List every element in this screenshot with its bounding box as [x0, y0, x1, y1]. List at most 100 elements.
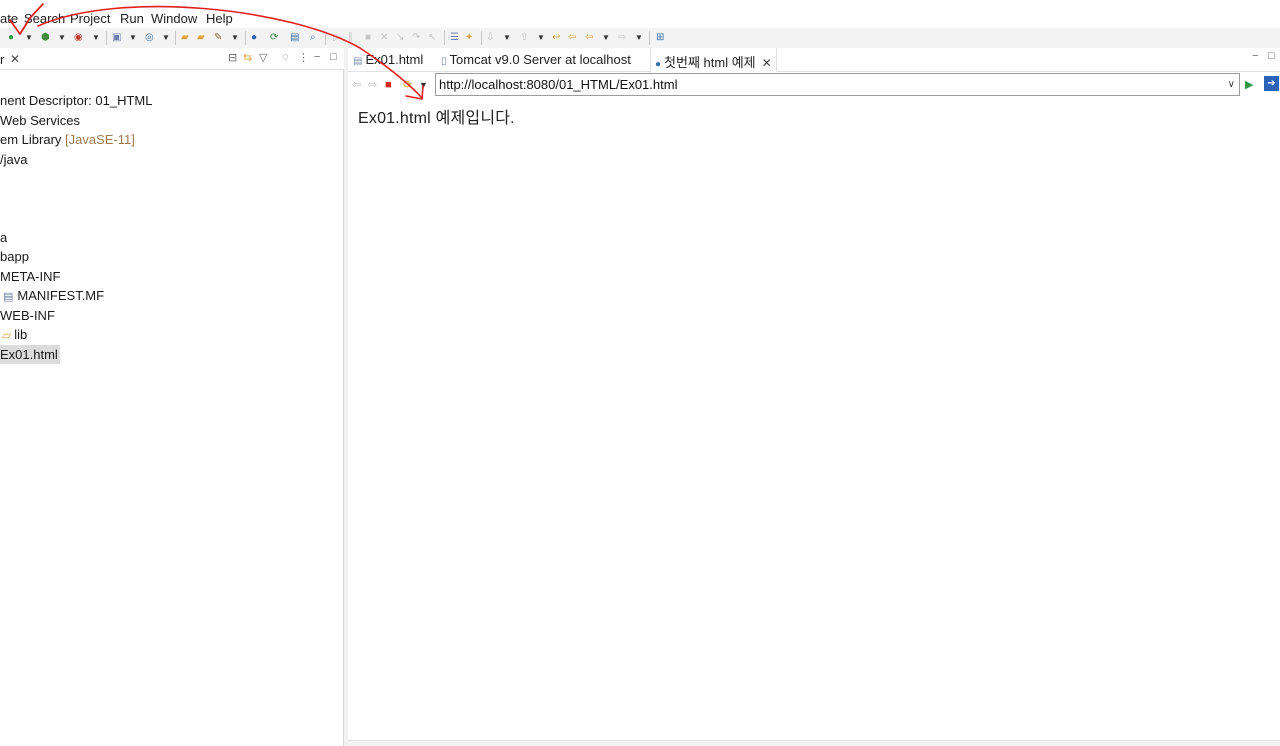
menu-search[interactable]: Search	[24, 11, 65, 26]
file-icon: ▤	[353, 56, 363, 67]
step-return-icon[interactable]: ↖	[428, 31, 436, 44]
tree-item-lib[interactable]: ▱ lib	[2, 325, 27, 344]
tree-item-web-inf[interactable]: WEB-INF	[0, 306, 55, 325]
project-explorer-header: r ✕ ⊟ ⇆ ▽ ◌ ⋮ − □	[0, 48, 344, 70]
maximize-icon[interactable]: □	[1268, 50, 1275, 62]
tree-item-suffix: [JavaSE-11]	[65, 132, 135, 147]
chevron-down-icon[interactable]: ▼	[58, 31, 66, 44]
tree-item-label: META-INF	[0, 268, 61, 284]
menu-bar: ate Search Project Run Window Help	[0, 8, 1280, 28]
tree-item-webapp[interactable]: bapp	[0, 247, 29, 266]
page-text: Ex01.html 예제입니다.	[358, 110, 515, 127]
debug-icon[interactable]: ⬢	[41, 31, 50, 44]
eclipse-window: ate Search Project Run Window Help ● ▼ ⬢…	[0, 0, 1280, 746]
tab-tomcat-server[interactable]: ▯ Tomcat v9.0 Server at localhost	[441, 52, 631, 67]
console-icon[interactable]: ▤	[290, 31, 299, 44]
minimize-icon[interactable]: −	[314, 51, 320, 63]
next-annotation-icon[interactable]: ⇩	[486, 31, 494, 44]
new-web-project-icon[interactable]: ◎	[145, 31, 154, 44]
tab-ex01-html[interactable]: ▤ Ex01.html	[353, 52, 423, 67]
tree-item-manifest[interactable]: ▤ MANIFEST.MF	[3, 286, 104, 305]
view-title[interactable]: r	[0, 52, 4, 67]
open-folder-icon[interactable]: ▰	[197, 31, 205, 44]
tree-item-web-services[interactable]: Web Services	[0, 111, 80, 130]
open-external-icon[interactable]: ➔	[1264, 76, 1279, 91]
chevron-down-icon[interactable]: ▼	[503, 31, 511, 44]
filter-icon[interactable]: ▽	[259, 51, 267, 64]
chevron-down-icon[interactable]: ▼	[537, 31, 545, 44]
browser-toolbar: ⇦ ⇨ ■ ⟳ ▼ http://localhost:8080/01_HTML/…	[348, 72, 1280, 98]
editor-tabs: ▤ Ex01.html ▯ Tomcat v9.0 Server at localh…	[348, 48, 1280, 73]
run-icon[interactable]: ●	[8, 31, 14, 44]
menu-run[interactable]: Run	[120, 11, 144, 26]
tab-browser[interactable]: ● 첫번째 html 예제 ✕	[650, 48, 777, 73]
close-icon[interactable]: ✕	[762, 56, 772, 70]
globe-icon[interactable]: ●	[251, 31, 257, 44]
search-icon[interactable]: ⌕	[310, 31, 316, 44]
chevron-down-icon[interactable]: ▼	[602, 31, 610, 44]
step-into-icon[interactable]: ↘	[396, 31, 404, 44]
file-icon: ▤	[3, 291, 14, 303]
tree-item-src-java[interactable]: /java	[0, 150, 27, 169]
annotation-icon[interactable]: ✦	[465, 31, 473, 44]
refresh-icon[interactable]: ⟳	[270, 31, 278, 44]
tree-item-label: Web Services	[0, 112, 80, 128]
server-icon: ▯	[441, 56, 447, 67]
tree-item-deployment-descriptor[interactable]: nent Descriptor: 01_HTML	[0, 91, 152, 110]
maximize-icon[interactable]: □	[330, 51, 337, 63]
chevron-down-icon[interactable]: ▼	[25, 31, 33, 44]
menu-navigate[interactable]: ate	[0, 11, 18, 26]
tree-item-label: WEB-INF	[0, 307, 55, 323]
build-icon[interactable]: ✎	[214, 31, 222, 44]
tree-item-label: MANIFEST.MF	[17, 288, 105, 303]
tree-item-meta-inf[interactable]: META-INF	[0, 267, 60, 286]
forward-icon[interactable]: ⇨	[368, 79, 377, 91]
refresh-icon[interactable]: ⟳	[403, 79, 412, 91]
forward-icon[interactable]: ⇨	[618, 31, 626, 44]
project-explorer: r ✕ ⊟ ⇆ ▽ ◌ ⋮ − □ nent Descriptor: 01_HT…	[0, 48, 344, 746]
terminate-icon[interactable]: ■	[365, 31, 371, 44]
resume-icon[interactable]: ▷	[333, 31, 341, 44]
tree-item-jre-library[interactable]: em Library [JavaSE-11]	[0, 130, 135, 149]
minimize-icon[interactable]: −	[1252, 50, 1258, 62]
editor-area: ▤ Ex01.html ▯ Tomcat v9.0 Server at localh…	[348, 48, 1280, 746]
back-icon[interactable]: ⇦	[352, 79, 361, 91]
back-icon[interactable]: ⇦	[585, 31, 593, 44]
open-perspective-icon[interactable]: ⊞	[656, 31, 664, 44]
new-server-icon[interactable]: ▣	[112, 31, 121, 44]
tree-item-ex01-html[interactable]: Ex01.html	[0, 344, 60, 364]
outline-icon[interactable]: ☰	[450, 31, 459, 44]
disconnect-icon[interactable]: ✕	[380, 31, 388, 44]
coverage-icon[interactable]: ◉	[74, 31, 83, 44]
menu-window[interactable]: Window	[151, 11, 197, 26]
close-icon[interactable]: ✕	[10, 52, 20, 66]
tab-label: Tomcat v9.0 Server at localhost	[449, 52, 631, 67]
chevron-down-icon[interactable]: ▼	[635, 31, 643, 44]
last-edit-icon[interactable]: ↩	[552, 31, 560, 44]
chevron-down-icon[interactable]: ▼	[419, 79, 428, 91]
suspend-icon[interactable]: ∥	[348, 31, 353, 44]
chevron-down-icon[interactable]: ▼	[231, 31, 239, 44]
menu-project[interactable]: Project	[70, 11, 110, 26]
tree-item-a[interactable]: a	[0, 228, 7, 247]
tree-item-label: a	[0, 229, 8, 245]
chevron-down-icon[interactable]: ∨	[1228, 74, 1235, 95]
collapse-all-icon[interactable]: ⊟	[228, 51, 237, 64]
link-editor-icon[interactable]: ⇆	[243, 51, 252, 64]
chevron-down-icon[interactable]: ▼	[129, 31, 137, 44]
focus-icon[interactable]: ◌	[282, 51, 289, 63]
chevron-down-icon[interactable]: ▼	[92, 31, 100, 44]
tab-label: Ex01.html	[365, 52, 424, 67]
stop-icon[interactable]: ■	[385, 79, 392, 91]
url-input[interactable]: http://localhost:8080/01_HTML/Ex01.html …	[435, 73, 1240, 96]
view-menu-icon[interactable]: ⋮	[298, 51, 309, 64]
chevron-down-icon[interactable]: ▼	[162, 31, 170, 44]
tree-item-label: /java	[0, 151, 28, 167]
status-strip	[348, 740, 1280, 746]
go-icon[interactable]: ▶	[1245, 78, 1253, 91]
prev-annotation-icon[interactable]: ⇧	[520, 31, 528, 44]
step-over-icon[interactable]: ↷	[412, 31, 420, 44]
open-folder-icon[interactable]: ▰	[181, 31, 189, 44]
back-icon[interactable]: ⇦	[568, 31, 576, 44]
menu-help[interactable]: Help	[206, 11, 233, 26]
